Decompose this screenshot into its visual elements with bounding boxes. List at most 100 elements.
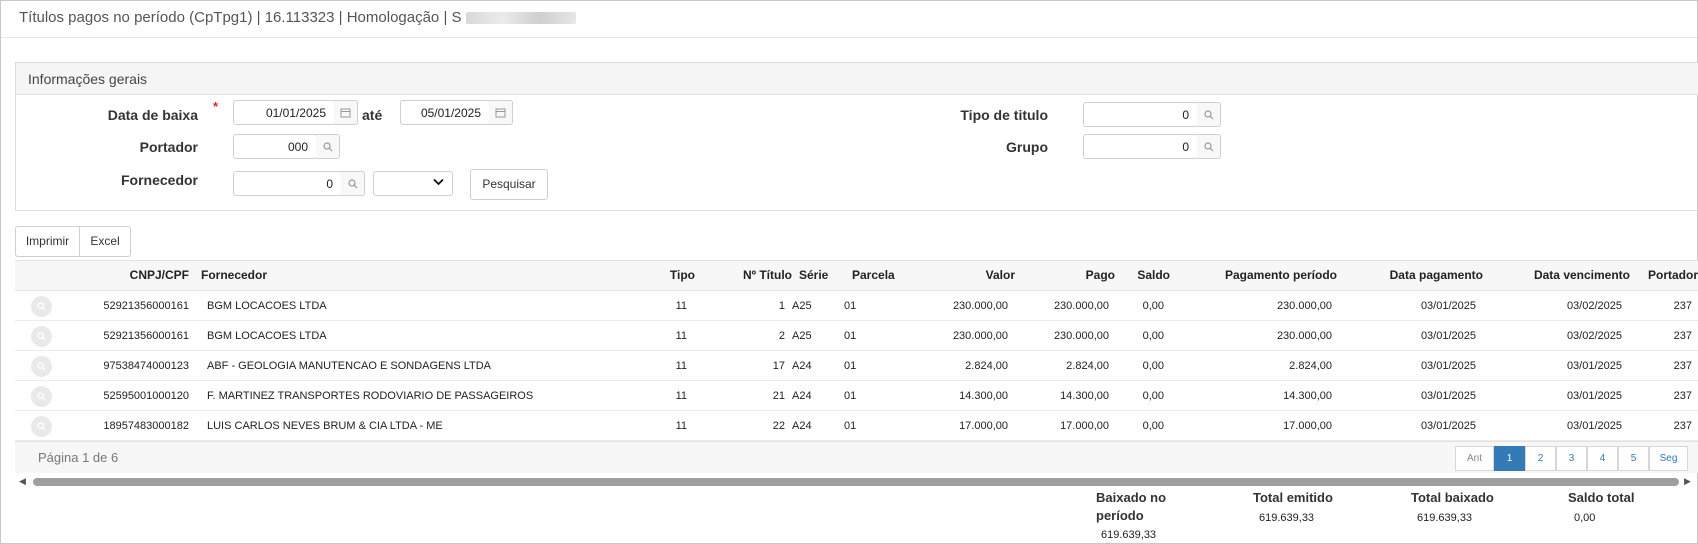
cell-fornecedor: LUIS CARLOS NEVES BRUM & CIA LTDA - ME: [207, 420, 443, 432]
cell-parcela: 01: [844, 330, 857, 342]
grupo-input[interactable]: 0: [1083, 134, 1198, 159]
search-icon[interactable]: [341, 171, 365, 196]
page-button-1[interactable]: 1: [1494, 446, 1525, 471]
page-button-5[interactable]: 5: [1618, 446, 1649, 471]
page-button-2[interactable]: 2: [1525, 446, 1556, 471]
col-portador[interactable]: Portador: [1635, 268, 1698, 282]
ate-label: até: [362, 107, 383, 123]
baixado-periodo-label: Baixado no período: [1096, 490, 1167, 523]
row-view-icon[interactable]: [31, 416, 52, 437]
cell-serie: A25: [792, 330, 812, 342]
scrollbar-thumb[interactable]: [33, 478, 1679, 486]
baixado-periodo-value: 619.639,33: [1101, 529, 1157, 541]
cell-saldo: 0,00: [1142, 360, 1164, 372]
cell-portador: 237: [1673, 360, 1692, 372]
saldo-total-label: Saldo total: [1568, 490, 1635, 505]
search-icon[interactable]: [316, 134, 340, 159]
col-pagamento-periodo[interactable]: Pagamento período: [1175, 268, 1337, 282]
col-pago[interactable]: Pago: [1025, 268, 1115, 282]
page-button-4[interactable]: 4: [1587, 446, 1618, 471]
calendar-icon[interactable]: [489, 100, 513, 125]
table-row[interactable]: 97538474000123 ABF - GEOLOGIA MANUTENCAO …: [15, 351, 1698, 381]
imprimir-button[interactable]: Imprimir: [15, 226, 80, 257]
tipo-titulo-input[interactable]: 0: [1083, 102, 1198, 127]
fornecedor-input[interactable]: 0: [233, 171, 342, 196]
portador-label: Portador: [139, 139, 198, 155]
cell-data-pagamento: 03/01/2025: [1420, 420, 1476, 432]
col-data-pagamento[interactable]: Data pagamento: [1355, 268, 1483, 282]
cell-tipo: 11: [675, 360, 687, 372]
table-row[interactable]: 18957483000182 LUIS CARLOS NEVES BRUM & C…: [15, 411, 1698, 441]
cell-parcela: 01: [844, 390, 857, 402]
cell-pagamento-periodo: 14.300,00: [1283, 390, 1332, 402]
fornecedor-select[interactable]: [373, 171, 453, 196]
cell-cnpj: 52921356000161: [103, 330, 189, 342]
col-parcela[interactable]: Parcela: [852, 268, 895, 282]
col-data-vencimento[interactable]: Data vencimento: [1495, 268, 1630, 282]
cell-cnpj: 52921356000161: [103, 300, 189, 312]
pager: Página 1 de 6 Ant 1 2 3 4 5 Seg: [15, 441, 1698, 473]
required-mark: *: [213, 99, 219, 114]
redacted-text: [465, 12, 576, 25]
calendar-icon[interactable]: [334, 100, 358, 125]
table-row[interactable]: 52921356000161 BGM LOCACOES LTDA 11 1 A25 01 2…: [15, 291, 1698, 321]
cell-valor: 17.000,00: [959, 420, 1008, 432]
scroll-right-icon[interactable]: ▶: [1684, 476, 1691, 487]
total-baixado-value: 619.639,33: [1417, 512, 1473, 524]
cell-portador: 237: [1673, 330, 1692, 342]
row-view-icon[interactable]: [31, 356, 52, 377]
portador-input[interactable]: 000: [233, 134, 317, 159]
chevron-down-icon: [433, 177, 444, 189]
cell-pago: 14.300,00: [1060, 390, 1109, 402]
cell-numero: 21: [772, 390, 785, 402]
cell-pago: 230.000,00: [1053, 300, 1109, 312]
cell-tipo: 11: [675, 390, 687, 402]
cell-pago: 17.000,00: [1060, 420, 1109, 432]
cell-numero: 22: [772, 420, 785, 432]
total-emitido-value: 619.639,33: [1259, 512, 1315, 524]
cell-fornecedor: F. MARTINEZ TRANSPORTES RODOVIARIO DE PA…: [207, 390, 534, 402]
row-view-icon[interactable]: [31, 386, 52, 407]
cell-cnpj: 97538474000123: [103, 360, 189, 372]
cell-pago: 230.000,00: [1053, 330, 1109, 342]
col-valor[interactable]: Valor: [935, 268, 1015, 282]
scroll-left-icon[interactable]: ◀: [19, 476, 26, 487]
pesquisar-button[interactable]: Pesquisar: [470, 169, 548, 200]
table-body: 52921356000161 BGM LOCACOES LTDA 11 1 A25 01 2…: [15, 291, 1698, 441]
search-icon[interactable]: [1197, 102, 1221, 127]
col-tipo[interactable]: Tipo: [655, 268, 695, 282]
cell-valor: 2.824,00: [965, 360, 1008, 372]
cell-valor: 230.000,00: [952, 330, 1008, 342]
col-cnpj[interactable]: CNPJ/CPF: [75, 268, 189, 282]
cell-pagamento-periodo: 17.000,00: [1283, 420, 1332, 432]
col-numero[interactable]: Nº Título: [715, 268, 792, 282]
col-saldo[interactable]: Saldo: [1125, 268, 1170, 282]
fornecedor-label: Fornecedor: [120, 172, 198, 188]
data-baixa-to-input[interactable]: 05/01/2025: [400, 100, 490, 125]
table-row[interactable]: 52595001000120 F. MARTINEZ TRANSPORTES RO…: [15, 381, 1698, 411]
prev-page-button[interactable]: Ant: [1455, 446, 1494, 471]
table-row[interactable]: 52921356000161 BGM LOCACOES LTDA 11 2 A25 01 2…: [15, 321, 1698, 351]
cell-serie: A24: [792, 420, 812, 432]
col-fornecedor[interactable]: Fornecedor: [201, 268, 267, 282]
page-button-3[interactable]: 3: [1556, 446, 1587, 471]
cell-pago: 2.824,00: [1066, 360, 1109, 372]
cell-parcela: 01: [844, 300, 857, 312]
data-baixa-from-input[interactable]: 01/01/2025: [233, 100, 335, 125]
cell-valor: 230.000,00: [952, 300, 1008, 312]
next-page-button[interactable]: Seg: [1649, 446, 1688, 471]
cell-pagamento-periodo: 230.000,00: [1276, 300, 1332, 312]
row-view-icon[interactable]: [31, 326, 52, 347]
col-serie[interactable]: Série: [799, 268, 828, 282]
cell-portador: 237: [1673, 420, 1692, 432]
cell-data-pagamento: 03/01/2025: [1420, 360, 1476, 372]
cell-data-vencimento: 03/01/2025: [1566, 360, 1622, 372]
cell-data-pagamento: 03/01/2025: [1420, 390, 1476, 402]
row-view-icon[interactable]: [31, 296, 52, 317]
horizontal-scrollbar[interactable]: ◀ ▶: [15, 476, 1698, 488]
title-divider: [1, 37, 1697, 38]
search-icon[interactable]: [1197, 134, 1221, 159]
excel-button[interactable]: Excel: [79, 226, 131, 257]
cell-parcela: 01: [844, 360, 857, 372]
cell-valor: 14.300,00: [959, 390, 1008, 402]
